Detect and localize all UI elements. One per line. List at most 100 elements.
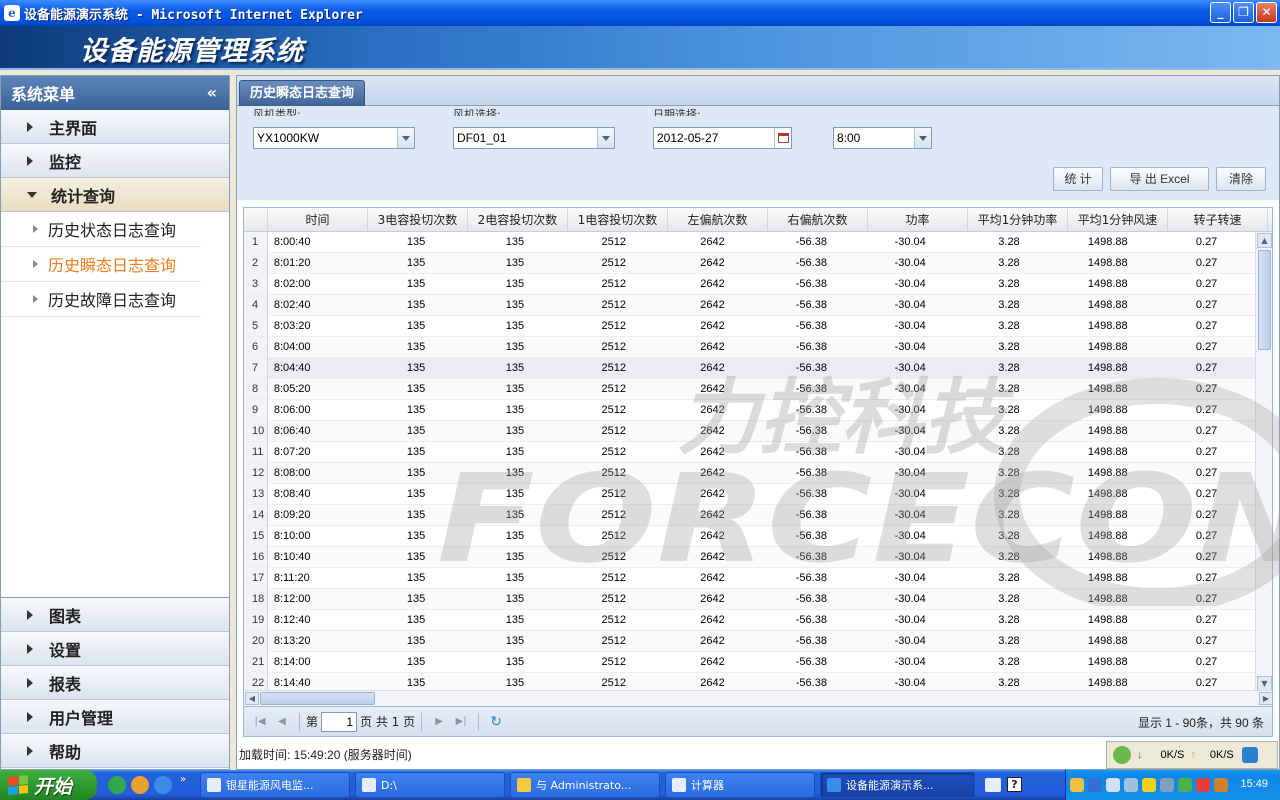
table-row[interactable]: 14 8:09:20 135 135 2512 2642 -56.38 -30.04 3.28 1… [244, 505, 1256, 526]
table-row[interactable]: 13 8:08:40 135 135 2512 2642 -56.38 -30.04 3.28 1… [244, 484, 1256, 505]
time-select[interactable]: 8:00 [833, 127, 932, 149]
tray-icon[interactable] [1106, 778, 1120, 792]
quicklaunch-more-icon[interactable]: » [180, 774, 186, 785]
column-header[interactable]: 功率 [868, 208, 968, 232]
column-header[interactable]: 转子转速 [1168, 208, 1268, 232]
column-header[interactable]: 平均1分钟风速 [1068, 208, 1168, 232]
window-titlebar[interactable]: e 设备能源演示系统 - Microsoft Internet Explorer… [0, 0, 1280, 26]
task-drive-d[interactable]: D:\ [355, 772, 505, 798]
clear-button[interactable]: 清除 [1216, 167, 1266, 191]
chevron-down-icon[interactable] [597, 128, 614, 148]
table-row[interactable]: 17 8:11:20 135 135 2512 2642 -56.38 -30.04 3.28 1… [244, 568, 1256, 589]
collapse-sidebar-icon[interactable]: « [207, 83, 217, 102]
task-energy-demo[interactable]: 设备能源演示系... [820, 772, 975, 798]
column-header[interactable]: 时间 [268, 208, 368, 232]
sidebar-item-history-status[interactable]: 历史状态日志查询 [1, 212, 201, 247]
start-label: 开始 [34, 775, 73, 798]
tab-history-transient[interactable]: 历史瞬态日志查询 [239, 80, 366, 106]
table-row[interactable]: 18 8:12:00 135 135 2512 2642 -56.38 -30.04 3.28 1… [244, 589, 1256, 610]
column-header[interactable]: 平均1分钟功率 [968, 208, 1068, 232]
tray-icon[interactable] [1142, 778, 1156, 792]
tray-icon[interactable] [1088, 778, 1102, 792]
export-excel-button[interactable]: 导 出 Excel [1110, 167, 1209, 191]
prev-page-icon[interactable]: ◀ [274, 714, 290, 730]
table-row[interactable]: 5 8:03:20 135 135 2512 2642 -56.38 -30.04 3.28 14… [244, 316, 1256, 337]
help-icon[interactable]: ? [1007, 777, 1022, 792]
minimize-button[interactable]: _ [1210, 2, 1231, 23]
table-row[interactable]: 16 8:10:40 135 135 2512 2642 -56.38 -30.04 3.28 1… [244, 547, 1256, 568]
taskbar: 开始 » 银星能源风电监... D:\ 与 Administrato... 计算… [0, 770, 1280, 800]
tray-icon[interactable] [1124, 778, 1138, 792]
task-chat[interactable]: 与 Administrato... [510, 772, 660, 798]
table-row[interactable]: 2 8:01:20 135 135 2512 2642 -56.38 -30.04 3.28 14… [244, 253, 1256, 274]
page-input[interactable] [321, 711, 358, 732]
tray-icon[interactable] [1178, 778, 1192, 792]
first-page-icon[interactable]: |◀ [252, 714, 268, 730]
last-page-icon[interactable]: ▶| [453, 714, 469, 730]
security-shield-icon[interactable] [1196, 778, 1210, 792]
next-page-icon[interactable]: ▶ [431, 714, 447, 730]
chevron-down-icon[interactable] [397, 128, 414, 148]
maximize-button[interactable]: ❐ [1233, 2, 1254, 23]
table-row[interactable]: 7 8:04:40 135 135 2512 2642 -56.38 -30.04 3.28 14… [244, 358, 1256, 379]
quicklaunch-icon[interactable] [131, 776, 149, 794]
ie-quicklaunch-icon[interactable] [154, 776, 172, 794]
menu-settings[interactable]: 设置 [1, 632, 229, 666]
menu-user-management[interactable]: 用户管理 [1, 700, 229, 734]
vertical-scrollbar[interactable]: ▲ ▼ [1255, 232, 1272, 692]
menu-reports[interactable]: 报表 [1, 666, 229, 700]
table-cell: 0.27 [1195, 278, 1218, 290]
table-cell: 1498.88 [1087, 488, 1128, 500]
sidebar-item-history-transient[interactable]: 历史瞬态日志查询 [1, 247, 201, 282]
refresh-icon[interactable]: ↻ [488, 714, 504, 730]
sidebar-item-history-fault[interactable]: 历史故障日志查询 [1, 282, 201, 317]
tray-icon[interactable] [1070, 778, 1084, 792]
menu-charts[interactable]: 图表 [1, 598, 229, 632]
menu-statistics[interactable]: 统计查询 [1, 178, 229, 212]
table-row[interactable]: 21 8:14:00 135 135 2512 2642 -56.38 -30.04 3.28 1… [244, 652, 1256, 673]
turbine-type-select[interactable]: YX1000KW [253, 127, 415, 149]
table-row[interactable]: 3 8:02:00 135 135 2512 2642 -56.38 -30.04 3.28 14… [244, 274, 1256, 295]
task-yinxing[interactable]: 银星能源风电监... [200, 772, 350, 798]
tray-icon[interactable] [1160, 778, 1174, 792]
table-row[interactable]: 11 8:07:20 135 135 2512 2642 -56.38 -30.04 3.28 1… [244, 442, 1256, 463]
date-field[interactable]: 2012-05-27 [653, 127, 792, 149]
start-button[interactable]: 开始 [0, 770, 97, 800]
table-row[interactable]: 10 8:06:40 135 135 2512 2642 -56.38 -30.04 3.28 1… [244, 421, 1256, 442]
column-header[interactable]: 1电容投切次数 [568, 208, 668, 232]
scroll-thumb[interactable] [1258, 250, 1271, 350]
table-row[interactable]: 20 8:13:20 135 135 2512 2642 -56.38 -30.04 3.28 1… [244, 631, 1256, 652]
table-row[interactable]: 9 8:06:00 135 135 2512 2642 -56.38 -30.04 3.28 14… [244, 400, 1256, 421]
chevron-down-icon[interactable] [914, 128, 931, 148]
table-row[interactable]: 15 8:10:00 135 135 2512 2642 -56.38 -30.04 3.28 1… [244, 526, 1256, 547]
horizontal-scrollbar[interactable]: ◀ ▶ [244, 690, 1272, 706]
table-row[interactable]: 8 8:05:20 135 135 2512 2642 -56.38 -30.04 3.28 14… [244, 379, 1256, 400]
menu-help[interactable]: 帮助 [1, 734, 229, 768]
keyboard-icon[interactable] [985, 778, 1001, 792]
close-button[interactable]: ✕ [1256, 2, 1277, 23]
menu-monitor[interactable]: 监控 [1, 144, 229, 178]
column-header[interactable]: 右偏航次数 [768, 208, 868, 232]
column-header[interactable]: 2电容投切次数 [468, 208, 568, 232]
scroll-up-icon[interactable]: ▲ [1257, 233, 1272, 248]
quicklaunch-icon[interactable] [108, 776, 126, 794]
stat-button[interactable]: 统 计 [1053, 167, 1103, 191]
expand-arrow-icon [27, 643, 33, 654]
column-header[interactable]: 3电容投切次数 [368, 208, 468, 232]
table-row[interactable]: 1 8:00:40 135 135 2512 2642 -56.38 -30.04 3.28 14… [244, 232, 1256, 253]
task-calculator[interactable]: 计算器 [665, 772, 815, 798]
table-row[interactable]: 6 8:04:00 135 135 2512 2642 -56.38 -30.04 3.28 14… [244, 337, 1256, 358]
table-row[interactable]: 19 8:12:40 135 135 2512 2642 -56.38 -30.04 3.28 1… [244, 610, 1256, 631]
turbine-select[interactable]: DF01_01 [453, 127, 615, 149]
table-row[interactable]: 12 8:08:00 135 135 2512 2642 -56.38 -30.04 3.28 1… [244, 463, 1256, 484]
scroll-right-icon[interactable]: ▶ [1259, 692, 1272, 705]
table-row[interactable]: 4 8:02:40 135 135 2512 2642 -56.38 -30.04 3.28 14… [244, 295, 1256, 316]
scroll-left-icon[interactable]: ◀ [245, 692, 259, 705]
menu-home[interactable]: 主界面 [1, 110, 229, 144]
scroll-down-icon[interactable]: ▼ [1257, 676, 1272, 691]
tray-icon[interactable] [1214, 778, 1228, 792]
pager-separator [299, 712, 300, 731]
column-header[interactable]: 左偏航次数 [668, 208, 768, 232]
calendar-icon[interactable] [774, 128, 791, 148]
scroll-thumb[interactable] [260, 692, 375, 705]
